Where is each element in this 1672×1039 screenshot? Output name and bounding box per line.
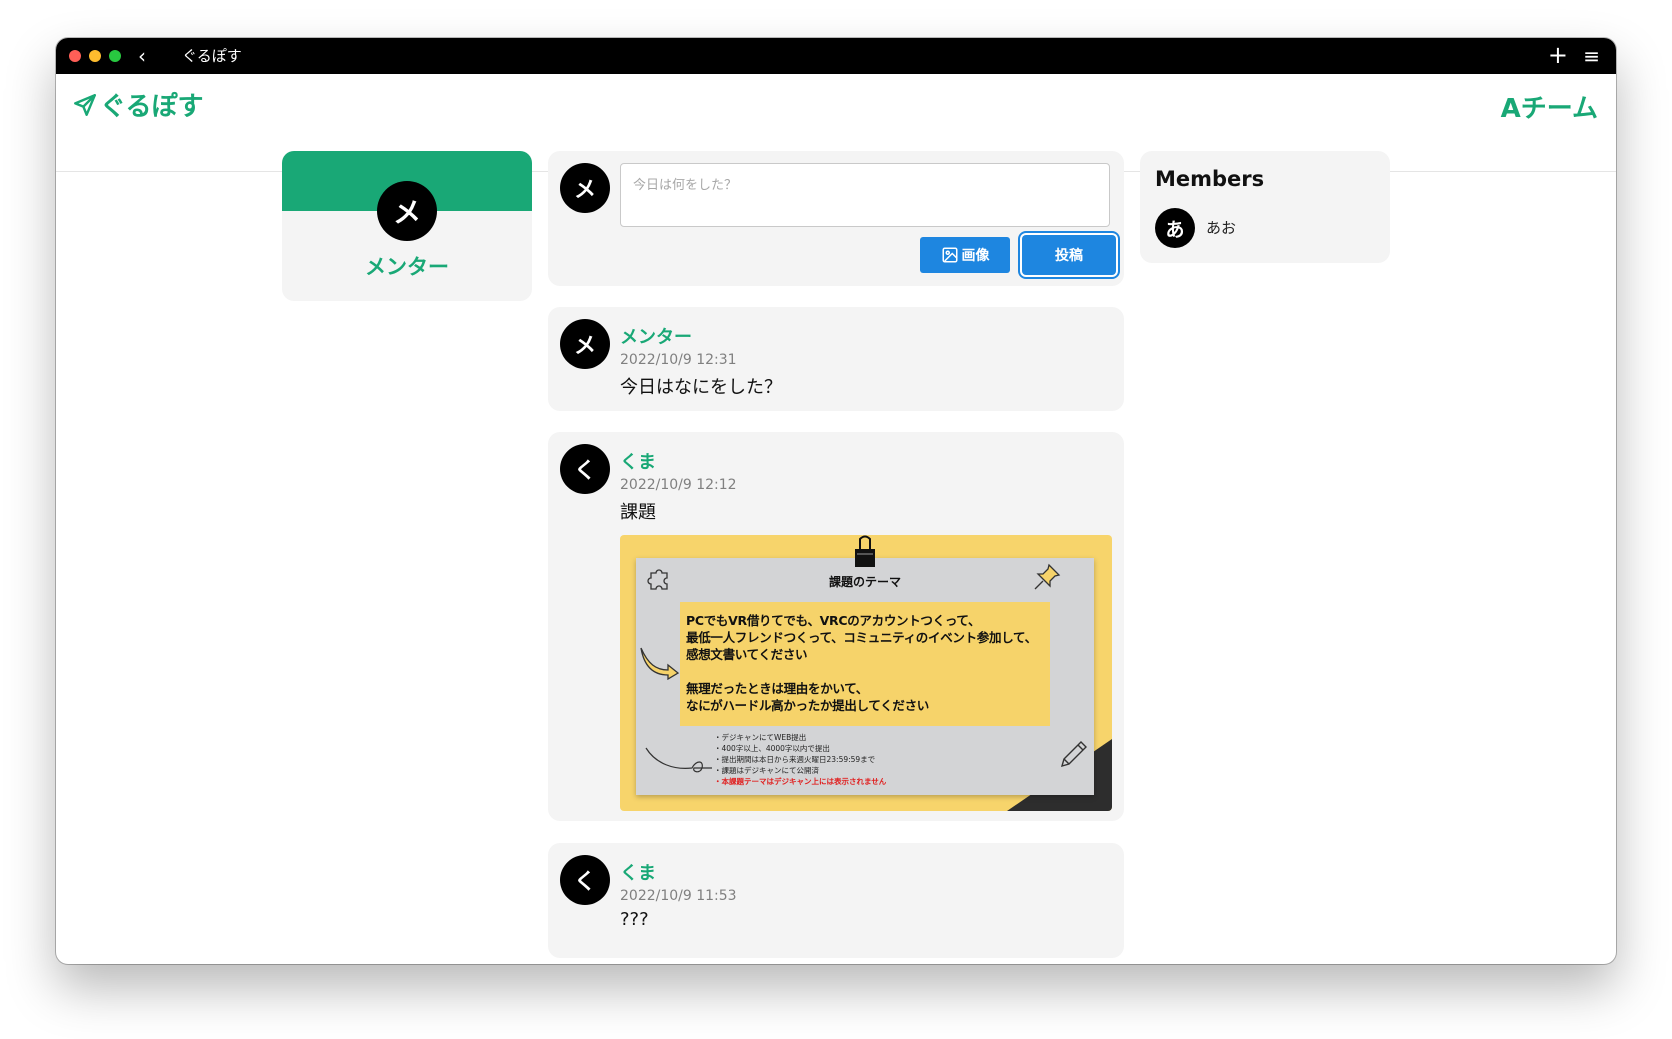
avatar[interactable]: メ [377, 181, 437, 241]
avatar: メ [560, 163, 610, 213]
squiggle-decoration [645, 747, 712, 773]
brand-name: ぐるぽす [100, 92, 204, 122]
member-avatar[interactable]: あ [1155, 208, 1195, 248]
team-name[interactable]: Aチーム [1501, 88, 1598, 125]
add-image-label: 画像 [961, 248, 990, 264]
window-title: ぐるぽす [182, 47, 242, 65]
assignment-note: ・提出期間は本日から来週火曜日23:59:59まで [714, 755, 876, 764]
avatar[interactable]: メ [560, 319, 610, 369]
post-timestamp: 2022/10/9 12:12 [620, 477, 737, 493]
post-card: く くま 2022/10/9 11:53 ??? [548, 843, 1124, 958]
post-composer: メ 画像 投稿 [548, 151, 1124, 286]
assignment-note: ・400字以上、4000字以内で提出 [714, 744, 830, 753]
zoom-window-button[interactable] [109, 50, 121, 62]
assignment-note: ・課題はデジキャンにて公開済 [714, 766, 819, 775]
assignment-line: なにがハードル高かったか提出してください [686, 698, 930, 713]
post-input[interactable] [620, 163, 1110, 227]
post-body: 課題 [620, 502, 656, 523]
paper-plane-icon [74, 93, 96, 116]
assignment-sheet: 課題のテーマ PCでもVR借りてでも、VRCのアカウントつくって、 最低一人フレ… [636, 558, 1094, 795]
pencil-icon [1060, 741, 1087, 768]
assignment-main-text: PCでもVR借りてでも、VRCのアカウントつくって、 最低一人フレンドつくって、… [680, 602, 1050, 726]
assignment-line: 最低一人フレンドつくって、コミュニティのイベント参加して、 [686, 630, 1037, 645]
assignment-title: 課題のテーマ [828, 575, 901, 589]
arrow-icon [640, 647, 680, 680]
binder-clip-icon [855, 535, 875, 567]
post-author[interactable]: くま [620, 859, 656, 885]
image-icon [942, 247, 957, 263]
new-tab-icon[interactable]: + [1548, 42, 1568, 68]
post-author[interactable]: くま [620, 448, 656, 474]
profile-card: メ メンター [282, 151, 532, 301]
menu-icon[interactable]: ≡ [1583, 43, 1600, 69]
post-author[interactable]: メンター [620, 323, 692, 349]
post-button[interactable]: 投稿 [1022, 235, 1116, 275]
app-window: ‹ ぐるぽす + ≡ ぐるぽす Aチーム メ メンター メ 画像 [56, 38, 1616, 964]
members-title: Members [1155, 167, 1265, 191]
assignment-warning: ・本課題テーマはデジキャン上には表示されません [714, 777, 887, 786]
post-image[interactable]: 課題のテーマ PCでもVR借りてでも、VRCのアカウントつくって、 最低一人フレ… [620, 535, 1112, 811]
minimize-window-button[interactable] [89, 50, 101, 62]
post-card: く くま 2022/10/9 12:12 課題 課題のテーマ PCでもVR借りて… [548, 432, 1124, 821]
profile-name: メンター [365, 255, 449, 279]
post-card: メ メンター 2022/10/9 12:31 今日はなにをした？ [548, 307, 1124, 411]
post-body: ??? [620, 909, 649, 930]
add-image-button[interactable]: 画像 [920, 237, 1010, 273]
avatar[interactable]: く [560, 855, 610, 905]
close-window-button[interactable] [69, 50, 81, 62]
assignment-line: 無理だったときは理由をかいて、 [686, 681, 869, 696]
pushpin-icon [1034, 563, 1061, 590]
post-body: 今日はなにをした？ [620, 377, 782, 398]
back-icon[interactable]: ‹ [138, 44, 146, 68]
post-timestamp: 2022/10/9 12:31 [620, 352, 737, 368]
post-timestamp: 2022/10/9 11:53 [620, 888, 737, 904]
title-bar: ‹ ぐるぽす + ≡ [56, 38, 1616, 74]
assignment-line: 感想文書いてください [686, 647, 808, 662]
members-panel: Members あ あお [1140, 151, 1390, 263]
brand-link[interactable]: ぐるぽす [72, 86, 203, 123]
assignment-line: PCでもVR借りてでも、VRCのアカウントつくって、 [686, 613, 981, 628]
avatar[interactable]: く [560, 444, 610, 494]
member-name[interactable]: あお [1206, 217, 1236, 238]
assignment-notes: ・デジキャンにてWEB提出 ・400字以上、4000字以内で提出 ・提出期間は本… [714, 732, 886, 787]
puzzle-icon [647, 569, 668, 590]
assignment-note: ・デジキャンにてWEB提出 [714, 733, 807, 742]
